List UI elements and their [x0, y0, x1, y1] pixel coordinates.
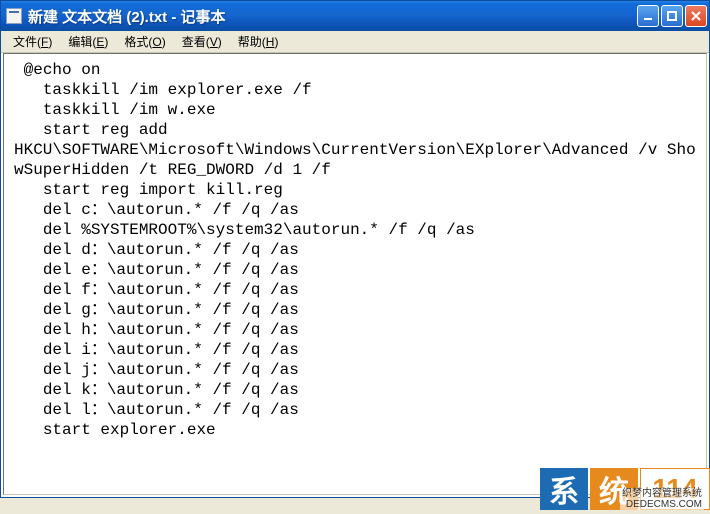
text-area[interactable]: @echo on taskkill /im explorer.exe /f ta…: [3, 53, 707, 495]
watermark-credit-line1: 织梦内容管理系统: [622, 488, 702, 499]
titlebar[interactable]: 新建 文本文档 (2).txt - 记事本: [1, 1, 709, 31]
close-icon: [690, 10, 702, 22]
maximize-button[interactable]: [661, 5, 683, 27]
menu-view-label: 查看: [182, 35, 206, 49]
watermark-box-1: 系: [540, 468, 588, 510]
watermark-credit-line2: DEDECMS.COM: [626, 499, 702, 510]
menu-view[interactable]: 查看(V): [174, 31, 230, 52]
menu-format-label: 格式: [124, 35, 148, 49]
menu-file-hotkey: F: [41, 35, 48, 49]
menu-edit-label: 编辑: [68, 35, 92, 49]
menu-help-hotkey: H: [266, 35, 275, 49]
menu-view-hotkey: V: [210, 35, 218, 49]
window-title: 新建 文本文档 (2).txt - 记事本: [28, 6, 637, 27]
maximize-icon: [666, 10, 678, 22]
menu-edit-hotkey: E: [96, 35, 104, 49]
minimize-button[interactable]: [637, 5, 659, 27]
notepad-icon: [6, 8, 22, 24]
close-button[interactable]: [685, 5, 707, 27]
menu-file[interactable]: 文件(F): [5, 31, 60, 52]
minimize-icon: [642, 10, 654, 22]
watermark: 系 统 114 织梦内容管理系统 DEDECMS.COM: [540, 468, 710, 510]
menu-edit[interactable]: 编辑(E): [60, 31, 116, 52]
window-buttons: [637, 5, 707, 27]
menu-file-label: 文件: [13, 35, 37, 49]
menu-format-hotkey: O: [152, 35, 161, 49]
menu-help-label: 帮助: [238, 35, 262, 49]
menu-format[interactable]: 格式(O): [116, 31, 173, 52]
notepad-window: 新建 文本文档 (2).txt - 记事本 文件(F) 编辑(E) 格式(O) …: [0, 0, 710, 498]
menubar: 文件(F) 编辑(E) 格式(O) 查看(V) 帮助(H): [1, 31, 709, 53]
watermark-credit: 织梦内容管理系统 DEDECMS.COM: [620, 488, 704, 510]
menu-help[interactable]: 帮助(H): [230, 31, 287, 52]
